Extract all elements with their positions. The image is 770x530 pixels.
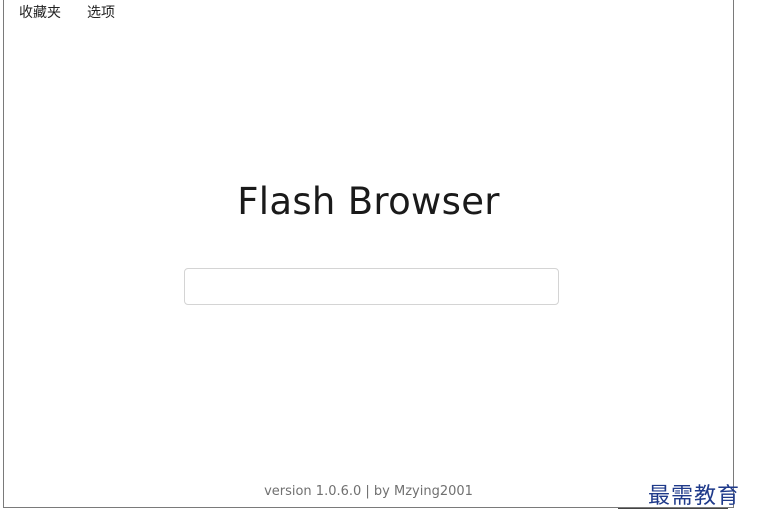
menu-favorites[interactable]: 收藏夹 [19, 4, 61, 22]
version-footer: version 1.0.6.0 | by Mzying2001 [264, 484, 473, 499]
address-input[interactable] [184, 268, 559, 305]
watermark-underline [618, 508, 728, 509]
watermark-logo: 最需教育 [648, 484, 741, 509]
app-title: Flash Browser [237, 180, 500, 223]
browser-window: 收藏夹 选项 Flash Browser version 1.0.6.0 | b… [3, 0, 734, 508]
menu-bar: 收藏夹 选项 [19, 4, 115, 22]
menu-options[interactable]: 选项 [87, 4, 115, 22]
